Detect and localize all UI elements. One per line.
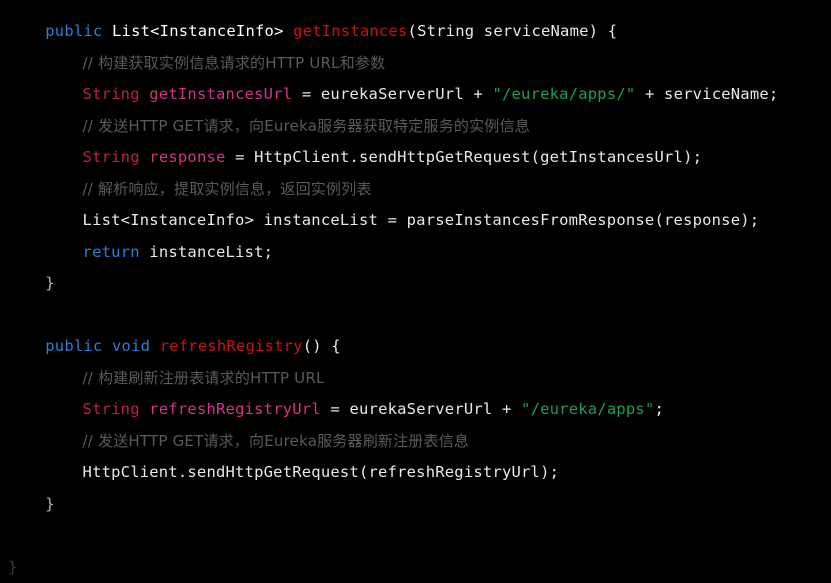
code-token — [140, 85, 150, 103]
code-token: // 解析响应，提取实例信息，返回实例列表 — [83, 180, 372, 198]
code-token: HttpClient.sendHttpGetRequest(refreshReg… — [83, 463, 560, 481]
code-token: response — [149, 148, 225, 166]
code-token: } — [45, 274, 55, 292]
code-token: return — [83, 243, 140, 261]
code-line[interactable]: String getInstancesUrl = eurekaServerUrl… — [0, 79, 831, 111]
code-line[interactable]: HttpClient.sendHttpGetRequest(refreshReg… — [0, 457, 831, 489]
code-token: getInstancesUrl — [149, 85, 292, 103]
code-line[interactable]: // 解析响应，提取实例信息，返回实例列表 — [0, 174, 831, 206]
code-token: // 发送HTTP GET请求，向Eureka服务器刷新注册表信息 — [83, 432, 470, 450]
code-line[interactable]: } — [0, 268, 831, 300]
code-token: (String serviceName) { — [408, 22, 618, 40]
code-line[interactable]: // 发送HTTP GET请求，向Eureka服务器获取特定服务的实例信息 — [0, 111, 831, 143]
code-line[interactable]: String response = HttpClient.sendHttpGet… — [0, 142, 831, 174]
code-token: = eurekaServerUrl + — [292, 85, 492, 103]
code-line[interactable]: } — [0, 489, 831, 521]
code-token: ; — [655, 400, 665, 418]
code-token: List<InstanceInfo> — [112, 22, 284, 40]
code-line[interactable]: } — [0, 552, 831, 583]
code-token — [284, 22, 294, 40]
code-token: refreshRegistry — [160, 337, 303, 355]
code-token: getInstances — [293, 22, 407, 40]
code-line[interactable]: List<InstanceInfo> instanceList = parseI… — [0, 205, 831, 237]
code-token: public — [45, 337, 102, 355]
code-token: () { — [303, 337, 341, 355]
code-line[interactable]: // 构建刷新注册表请求的HTTP URL — [0, 363, 831, 395]
code-token: = HttpClient.sendHttpGetRequest(getInsta… — [226, 148, 703, 166]
code-token — [102, 22, 112, 40]
code-line[interactable]: return instanceList; — [0, 237, 831, 269]
code-token: "/eureka/apps/" — [492, 85, 635, 103]
code-block[interactable]: public List<InstanceInfo> getInstances(S… — [0, 16, 831, 583]
code-line[interactable]: // 发送HTTP GET请求，向Eureka服务器刷新注册表信息 — [0, 426, 831, 458]
code-token — [102, 337, 112, 355]
code-line[interactable]: public void refreshRegistry() { — [0, 331, 831, 363]
code-line[interactable] — [0, 520, 831, 552]
code-token: // 构建刷新注册表请求的HTTP URL — [83, 369, 325, 387]
code-token: // 构建获取实例信息请求的HTTP URL和参数 — [83, 54, 386, 72]
code-token: List<InstanceInfo> instanceList = parseI… — [83, 211, 760, 229]
code-line[interactable]: public List<InstanceInfo> getInstances(S… — [0, 16, 831, 48]
code-token: public — [45, 22, 102, 40]
code-token: void — [112, 337, 150, 355]
code-token — [150, 337, 160, 355]
code-token: String — [83, 148, 140, 166]
code-token: String — [83, 400, 140, 418]
code-line[interactable] — [0, 300, 831, 332]
code-token: "/eureka/apps" — [521, 400, 654, 418]
code-editor-viewport[interactable]: public List<InstanceInfo> getInstances(S… — [0, 0, 831, 560]
code-line[interactable]: String refreshRegistryUrl = eurekaServer… — [0, 394, 831, 426]
code-token: = eurekaServerUrl + — [321, 400, 521, 418]
code-token: refreshRegistryUrl — [149, 400, 321, 418]
code-token: instanceList; — [140, 243, 273, 261]
code-token: + serviceName; — [635, 85, 778, 103]
code-token: // 发送HTTP GET请求，向Eureka服务器获取特定服务的实例信息 — [83, 117, 530, 135]
code-token — [140, 400, 150, 418]
code-token: String — [83, 85, 140, 103]
code-token: } — [8, 558, 18, 576]
code-token: } — [45, 495, 55, 513]
code-token — [140, 148, 150, 166]
code-line[interactable]: // 构建获取实例信息请求的HTTP URL和参数 — [0, 48, 831, 80]
